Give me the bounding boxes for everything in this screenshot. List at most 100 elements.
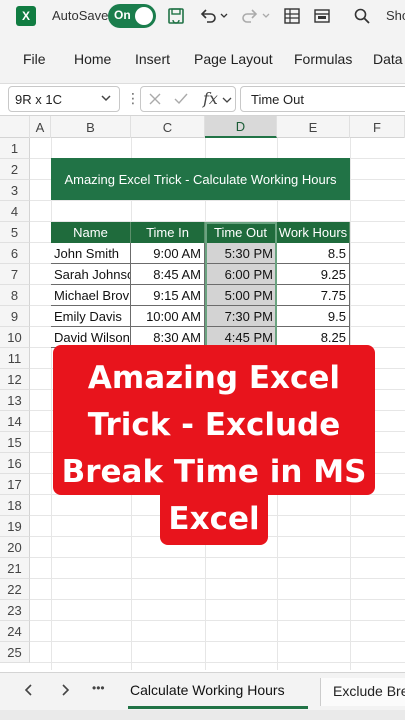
- title-bar: X AutoSave On Sho: [0, 0, 405, 32]
- table-cell-work-hours[interactable]: 7.75: [277, 285, 350, 306]
- column-header-c[interactable]: C: [131, 116, 205, 138]
- table-cell-time-out[interactable]: 5:30 PM: [205, 243, 277, 264]
- table-cell-name[interactable]: Michael Brov: [51, 285, 131, 306]
- table-header-work-hours[interactable]: Work Hours: [277, 222, 350, 243]
- table-cell-time-out[interactable]: 5:00 PM: [205, 285, 277, 306]
- table-cell-time-in[interactable]: 9:00 AM: [131, 243, 205, 264]
- toggle-knob: [135, 7, 153, 25]
- caption-line: Excel: [168, 501, 260, 537]
- row-header[interactable]: 2: [0, 159, 30, 180]
- table-header-time-in[interactable]: Time In: [131, 222, 205, 243]
- redo-dropdown-chevron-icon[interactable]: [260, 4, 272, 28]
- undo-icon[interactable]: [196, 4, 220, 28]
- row-header[interactable]: 15: [0, 432, 30, 453]
- sheet-tab-calculate-working-hours[interactable]: Calculate Working Hours: [130, 682, 285, 698]
- formula-input[interactable]: Time Out: [240, 86, 405, 112]
- row-header[interactable]: 16: [0, 453, 30, 474]
- row-header[interactable]: 19: [0, 516, 30, 537]
- sheet-tab-bar: ••• Calculate Working Hours Exclude Bre: [0, 672, 405, 710]
- tab-formulas[interactable]: Formulas: [294, 51, 352, 67]
- table-cell-time-out[interactable]: 7:30 PM: [205, 306, 277, 327]
- check-icon[interactable]: [173, 91, 189, 112]
- row-header[interactable]: 6: [0, 243, 30, 264]
- caption-line: Trick - Exclude: [87, 407, 341, 443]
- chevron-down-icon[interactable]: [99, 91, 113, 110]
- select-all-corner[interactable]: [0, 116, 30, 138]
- undo-dropdown-chevron-icon[interactable]: [218, 4, 230, 28]
- row-header[interactable]: 21: [0, 558, 30, 579]
- tab-data[interactable]: Data: [373, 51, 403, 67]
- insert-function-icon[interactable]: fx: [203, 89, 218, 108]
- row-header[interactable]: 3: [0, 180, 30, 201]
- row-header[interactable]: 9: [0, 306, 30, 327]
- sheet-tab-exclude-break[interactable]: Exclude Bre: [320, 678, 405, 706]
- table-cell-name[interactable]: Sarah Johnso: [51, 264, 131, 285]
- row-header[interactable]: 22: [0, 579, 30, 600]
- name-box-value: 9R x 1C: [15, 92, 62, 107]
- table-cell-time-out[interactable]: 6:00 PM: [205, 264, 277, 285]
- layout-icon[interactable]: [310, 4, 334, 28]
- status-bar: [0, 710, 405, 720]
- row-header[interactable]: 13: [0, 390, 30, 411]
- row-header[interactable]: 7: [0, 264, 30, 285]
- row-header[interactable]: 12: [0, 369, 30, 390]
- tab-page-layout[interactable]: Page Layout: [194, 51, 273, 67]
- table-cell-work-hours[interactable]: 9.25: [277, 264, 350, 285]
- table-cell-work-hours[interactable]: 9.5: [277, 306, 350, 327]
- ribbon-tabs: File Home Insert Page Layout Formulas Da…: [0, 32, 405, 84]
- table-cell-name[interactable]: John Smith: [51, 243, 131, 264]
- more-options-icon[interactable]: ⋮: [126, 90, 140, 107]
- table-cell-time-in[interactable]: 9:15 AM: [131, 285, 205, 306]
- row-header[interactable]: 23: [0, 600, 30, 621]
- tab-home[interactable]: Home: [74, 51, 111, 67]
- table-header-time-out[interactable]: Time Out: [205, 222, 277, 243]
- row-header[interactable]: 11: [0, 348, 30, 369]
- table-cell-name[interactable]: Emily Davis: [51, 306, 131, 327]
- caption-line: Break Time in MS: [61, 454, 367, 490]
- row-header[interactable]: 1: [0, 138, 30, 159]
- column-header-b[interactable]: B: [51, 116, 131, 138]
- row-header[interactable]: 25: [0, 642, 30, 663]
- tab-file[interactable]: File: [23, 51, 46, 67]
- form-icon[interactable]: [280, 4, 304, 28]
- row-header[interactable]: 4: [0, 201, 30, 222]
- formula-bar: 9R x 1C ⋮ fx Time Out: [0, 84, 405, 116]
- column-header-e[interactable]: E: [277, 116, 350, 138]
- fx-chevron-icon[interactable]: [221, 93, 233, 111]
- search-icon[interactable]: [350, 4, 374, 28]
- share-label[interactable]: Sho: [386, 8, 405, 23]
- row-header[interactable]: 5: [0, 222, 30, 243]
- save-sync-icon[interactable]: [164, 4, 188, 28]
- column-header-d[interactable]: D: [205, 116, 277, 138]
- cancel-icon[interactable]: [147, 91, 163, 112]
- row-header[interactable]: 18: [0, 495, 30, 516]
- more-sheets-icon[interactable]: •••: [92, 681, 105, 695]
- row-header[interactable]: 8: [0, 285, 30, 306]
- row-header[interactable]: 10: [0, 327, 30, 348]
- redo-icon[interactable]: [238, 4, 262, 28]
- tab-insert[interactable]: Insert: [135, 51, 170, 67]
- row-header[interactable]: 17: [0, 474, 30, 495]
- title-banner-cell[interactable]: Amazing Excel Trick - Calculate Working …: [51, 158, 350, 200]
- table-cell-time-in[interactable]: 10:00 AM: [131, 306, 205, 327]
- row-header[interactable]: 14: [0, 411, 30, 432]
- active-sheet-indicator: [128, 706, 308, 709]
- table-header-name[interactable]: Name: [51, 222, 131, 243]
- column-headers: A B C D E F: [0, 116, 405, 138]
- title-banner-text: Amazing Excel Trick - Calculate Working …: [64, 171, 337, 187]
- autosave-label: AutoSave: [52, 8, 109, 23]
- column-header-f[interactable]: F: [350, 116, 405, 138]
- grid-line: [51, 138, 52, 670]
- next-sheet-icon[interactable]: [58, 683, 72, 702]
- caption-line: Amazing Excel: [87, 360, 341, 396]
- name-box[interactable]: 9R x 1C: [8, 86, 120, 112]
- prev-sheet-icon[interactable]: [22, 683, 36, 702]
- column-header-a[interactable]: A: [30, 116, 51, 138]
- row-header[interactable]: 24: [0, 621, 30, 642]
- toggle-label: On: [114, 8, 131, 22]
- autosave-toggle[interactable]: On: [108, 4, 156, 28]
- table-cell-work-hours[interactable]: 8.5: [277, 243, 350, 264]
- row-header[interactable]: 20: [0, 537, 30, 558]
- formula-value: Time Out: [251, 92, 304, 107]
- table-cell-time-in[interactable]: 8:45 AM: [131, 264, 205, 285]
